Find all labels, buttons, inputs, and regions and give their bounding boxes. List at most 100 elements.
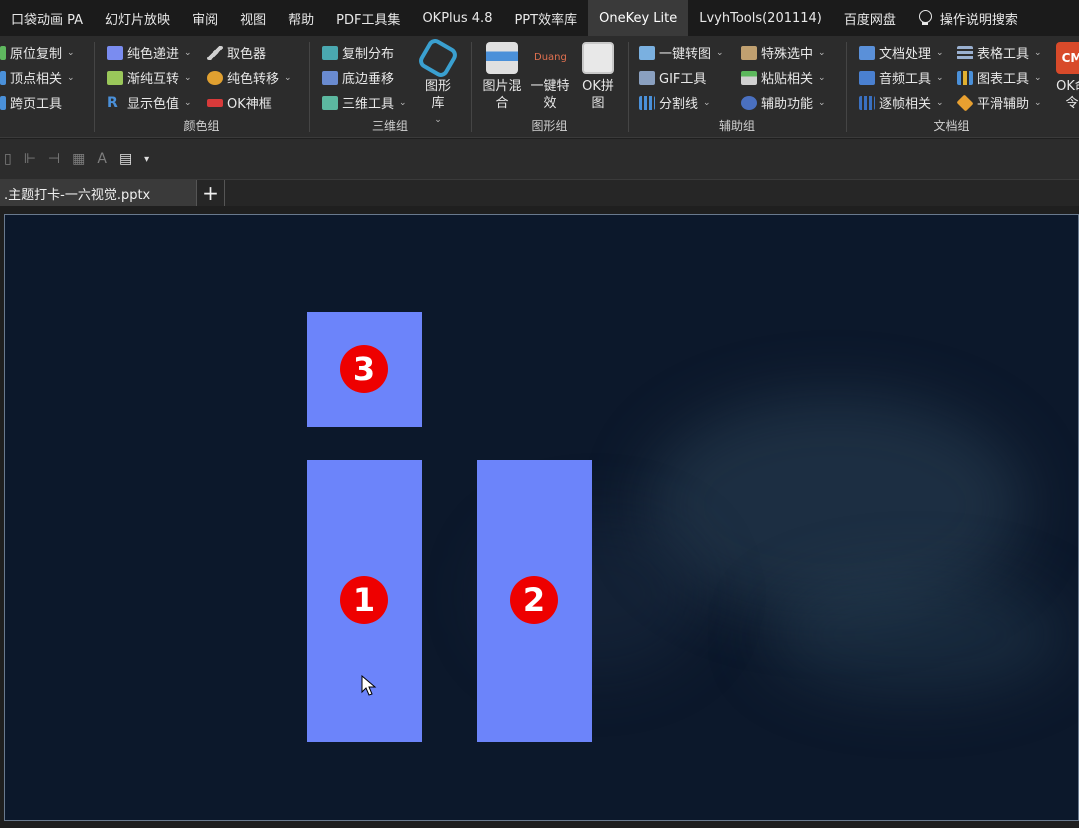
add-tab-button[interactable]: +	[197, 180, 225, 206]
chevron-down-icon: ⌄	[818, 47, 826, 58]
chart-tools-label: 图表工具	[977, 72, 1030, 87]
r-icon: R	[107, 94, 118, 111]
tab-baidu-netdisk[interactable]: 百度网盘	[833, 0, 907, 36]
diamond-icon	[956, 94, 974, 111]
chevron-down-icon: ⌄	[716, 47, 724, 58]
vertex-label: 顶点相关	[10, 72, 63, 87]
tab-lvyhtools[interactable]: LvyhTools(201114)	[688, 0, 833, 36]
align-left-icon[interactable]: ▯	[4, 151, 12, 167]
copy-in-place-button[interactable]: 原位复制 ⌄	[0, 40, 75, 65]
color-picker-label: 取色器	[227, 47, 267, 62]
gradient-icon	[107, 45, 123, 60]
tab-pocket-animation[interactable]: 口袋动画 PA	[0, 0, 94, 36]
document-tab[interactable]: .主题打卡-一六视觉.pptx	[0, 180, 197, 206]
audio-tools-label: 音频工具	[879, 72, 932, 87]
gradient-convert-label: 渐纯互转	[127, 72, 180, 87]
font-color-button[interactable]: A	[97, 151, 107, 167]
audio-tools-button[interactable]: 音频工具 ⌄	[859, 65, 944, 90]
chevron-down-icon: ⌄	[67, 47, 75, 58]
show-color-value-label: 显示色值	[127, 97, 180, 112]
copy-in-place-label: 原位复制	[10, 47, 63, 62]
doc-process-button[interactable]: 文档处理 ⌄	[859, 40, 944, 65]
smooth-assist-label: 平滑辅助	[977, 97, 1030, 112]
tab-review[interactable]: 审阅	[181, 0, 229, 36]
frame-by-frame-button[interactable]: 逐帧相关 ⌄	[859, 90, 944, 115]
special-select-button[interactable]: 特殊选中 ⌄	[741, 40, 826, 65]
gif-tools-button[interactable]: GIF工具	[639, 65, 724, 90]
chevron-down-icon: ⌄	[936, 72, 944, 83]
cross-page-button[interactable]: 跨页工具	[0, 90, 75, 115]
shape-library-button[interactable]: 图形库 ⌄	[416, 36, 460, 129]
show-color-value-button[interactable]: R 显示色值 ⌄	[107, 90, 192, 115]
document-tab-bar: .主题打卡-一六视觉.pptx +	[0, 179, 1079, 206]
menu-bar: 口袋动画 PA 幻灯片放映 审阅 视图 帮助 PDF工具集 OKPlus 4.8…	[0, 0, 1079, 36]
image-blend-label: 图片混合	[482, 79, 522, 111]
align-right-icon[interactable]: ⊣	[48, 151, 60, 167]
one-click-to-image-button[interactable]: 一键转图 ⌄	[639, 40, 724, 65]
group-label: 辅助组	[718, 119, 755, 133]
tab-ppt-efficiency[interactable]: PPT效率库	[503, 0, 588, 36]
grid-icon	[639, 95, 655, 110]
smooth-assist-button[interactable]: 平滑辅助 ⌄	[956, 90, 1042, 115]
aux-function-button[interactable]: 辅助功能 ⌄	[741, 90, 826, 115]
chevron-down-icon: ⌄	[703, 97, 711, 108]
chevron-down-icon: ⌄	[67, 72, 75, 83]
gif-tools-label: GIF工具	[659, 72, 707, 87]
ok-command-button[interactable]: CM OK命令	[1056, 42, 1079, 112]
chart-tools-button[interactable]: 图表工具 ⌄	[957, 65, 1042, 90]
paste-related-button[interactable]: 粘贴相关 ⌄	[741, 65, 826, 90]
bar-chart-icon	[957, 70, 973, 85]
chevron-down-icon: ⌄	[284, 72, 292, 83]
color-transfer-button[interactable]: 纯色转移 ⌄	[207, 65, 292, 90]
layers-icon	[322, 70, 338, 85]
frame-by-frame-label: 逐帧相关	[879, 97, 932, 112]
ok-frame-button[interactable]: OK神框	[207, 90, 292, 115]
vertex-icon	[0, 70, 6, 85]
slide-canvas[interactable]: 3 1 2	[4, 214, 1079, 821]
vertex-button[interactable]: 顶点相关 ⌄	[0, 65, 75, 90]
ok-puzzle-label: OK拼图	[582, 79, 614, 111]
copy-distribute-button[interactable]: 复制分布	[322, 40, 407, 65]
color-gradient-button[interactable]: 纯色递进 ⌄	[107, 40, 192, 65]
ribbon-group-partial: 原位复制 ⌄ 顶点相关 ⌄ 跨页工具	[0, 40, 75, 115]
color-gradient-label: 纯色递进	[127, 47, 180, 62]
group-label: 文档组	[933, 119, 970, 133]
tab-okplus[interactable]: OKPlus 4.8	[411, 0, 503, 36]
bottom-shift-button[interactable]: 底边垂移	[322, 65, 407, 90]
image-blend-button[interactable]: 图片混合	[480, 42, 524, 112]
chevron-down-icon: ⌄	[936, 47, 944, 58]
align-center-icon[interactable]: ⊩	[24, 151, 36, 167]
paste-icon	[741, 70, 757, 85]
divider-line-button[interactable]: 分割线 ⌄	[639, 90, 724, 115]
chevron-down-icon: ⌄	[399, 97, 407, 108]
text-box-icon[interactable]: ▤	[119, 151, 132, 167]
tab-view[interactable]: 视图	[229, 0, 277, 36]
document-icon	[859, 45, 875, 60]
paste-related-label: 粘贴相关	[761, 72, 814, 87]
speaker-icon	[859, 70, 875, 85]
chevron-down-icon: ⌄	[818, 97, 826, 108]
duang-icon: Duang	[534, 52, 567, 63]
shape-library-label: 图形库	[424, 79, 451, 111]
table-tools-button[interactable]: 表格工具 ⌄	[957, 40, 1042, 65]
badge-1: 1	[340, 576, 388, 624]
aux-function-label: 辅助功能	[761, 97, 814, 112]
palette-icon	[207, 70, 223, 85]
one-click-effect-button[interactable]: Duang 一键特效	[528, 42, 572, 112]
tab-pdf-tools[interactable]: PDF工具集	[325, 0, 411, 36]
group-icon[interactable]: ▦	[72, 151, 85, 167]
customize-qat-icon[interactable]: ▾	[144, 154, 149, 165]
frames-icon	[859, 95, 875, 110]
chevron-down-icon: ⌄	[1034, 72, 1042, 83]
gradient-convert-button[interactable]: 渐纯互转 ⌄	[107, 65, 192, 90]
three-d-tools-label: 三维工具	[342, 97, 395, 112]
tab-help[interactable]: 帮助	[277, 0, 325, 36]
tab-slideshow[interactable]: 幻灯片放映	[94, 0, 181, 36]
ok-puzzle-button[interactable]: OK拼图	[576, 42, 620, 112]
three-d-tools-button[interactable]: 三维工具 ⌄	[322, 90, 407, 115]
tell-me-search[interactable]: 操作说明搜索	[907, 0, 1029, 36]
group-label: 三维组	[371, 119, 408, 133]
cmd-icon: CM	[1056, 42, 1079, 74]
color-picker-button[interactable]: 取色器	[207, 40, 292, 65]
tab-onekey-lite[interactable]: OneKey Lite	[588, 0, 689, 36]
